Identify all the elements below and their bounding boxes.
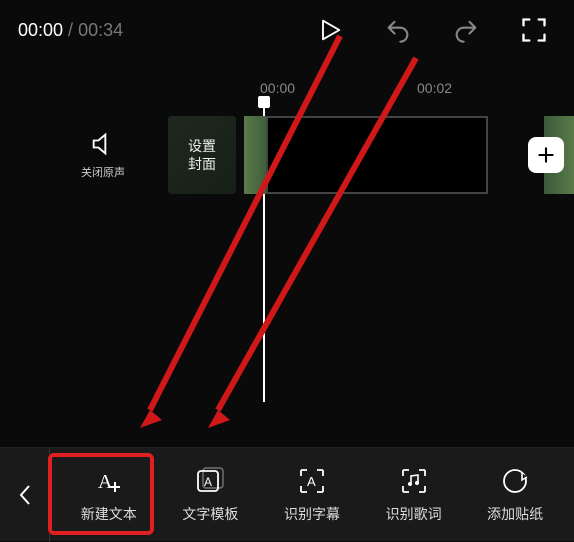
cover-line1: 设置 (188, 137, 216, 155)
play-button[interactable] (308, 8, 352, 52)
tool-label: 识别歌词 (386, 504, 442, 524)
mute-label: 关闭原声 (81, 164, 125, 180)
time-mark: 00:02 (417, 80, 574, 96)
mute-original-audio[interactable]: 关闭原声 (58, 130, 148, 180)
speaker-icon (89, 130, 117, 158)
recognize-subtitle-button[interactable]: A 识别字幕 (268, 466, 356, 524)
track-row: 关闭原声 设置 封面 (0, 116, 574, 194)
tool-label: 识别字幕 (284, 504, 340, 524)
undo-icon (384, 16, 412, 44)
bottom-toolbar: A 新建文本 A 文字模板 A 识别字幕 识别歌词 添加贴纸 (0, 447, 574, 541)
time-marks: 00:00 00:02 (0, 80, 574, 96)
plus-icon (536, 145, 556, 165)
fullscreen-icon (520, 16, 548, 44)
recognize-subtitle-icon: A (297, 466, 327, 496)
add-clip-button[interactable] (528, 137, 564, 173)
text-template-button[interactable]: A 文字模板 (166, 466, 254, 524)
tool-label: 新建文本 (81, 504, 137, 524)
fullscreen-button[interactable] (512, 8, 556, 52)
play-icon (316, 16, 344, 44)
time-current: 00:00 (18, 20, 63, 40)
cover-line2: 封面 (188, 155, 216, 173)
sticker-icon (500, 466, 530, 496)
recognize-lyrics-icon (399, 466, 429, 496)
text-template-icon: A (195, 466, 225, 496)
set-cover-button[interactable]: 设置 封面 (168, 116, 236, 194)
new-text-button[interactable]: A 新建文本 (65, 466, 153, 524)
video-clip[interactable] (266, 116, 488, 194)
timeline-area[interactable]: 00:00 00:02 关闭原声 设置 封面 (0, 60, 574, 230)
redo-button[interactable] (444, 8, 488, 52)
top-bar: 00:00 / 00:34 (0, 0, 574, 60)
time-mark: 00:00 (260, 80, 417, 96)
tool-label: 文字模板 (182, 504, 238, 524)
undo-button[interactable] (376, 8, 420, 52)
chevron-left-icon (18, 484, 32, 506)
tool-label: 添加贴纸 (487, 504, 543, 524)
time-total: 00:34 (78, 20, 123, 40)
time-sep: / (63, 20, 78, 40)
add-sticker-button[interactable]: 添加贴纸 (471, 466, 559, 524)
svg-text:A: A (307, 474, 316, 489)
redo-icon (452, 16, 480, 44)
time-display: 00:00 / 00:34 (18, 20, 123, 41)
new-text-icon: A (94, 466, 124, 496)
svg-text:A: A (98, 471, 113, 493)
svg-text:A: A (204, 475, 212, 489)
back-button[interactable] (0, 448, 50, 542)
video-track[interactable] (244, 116, 574, 194)
recognize-lyrics-button[interactable]: 识别歌词 (370, 466, 458, 524)
